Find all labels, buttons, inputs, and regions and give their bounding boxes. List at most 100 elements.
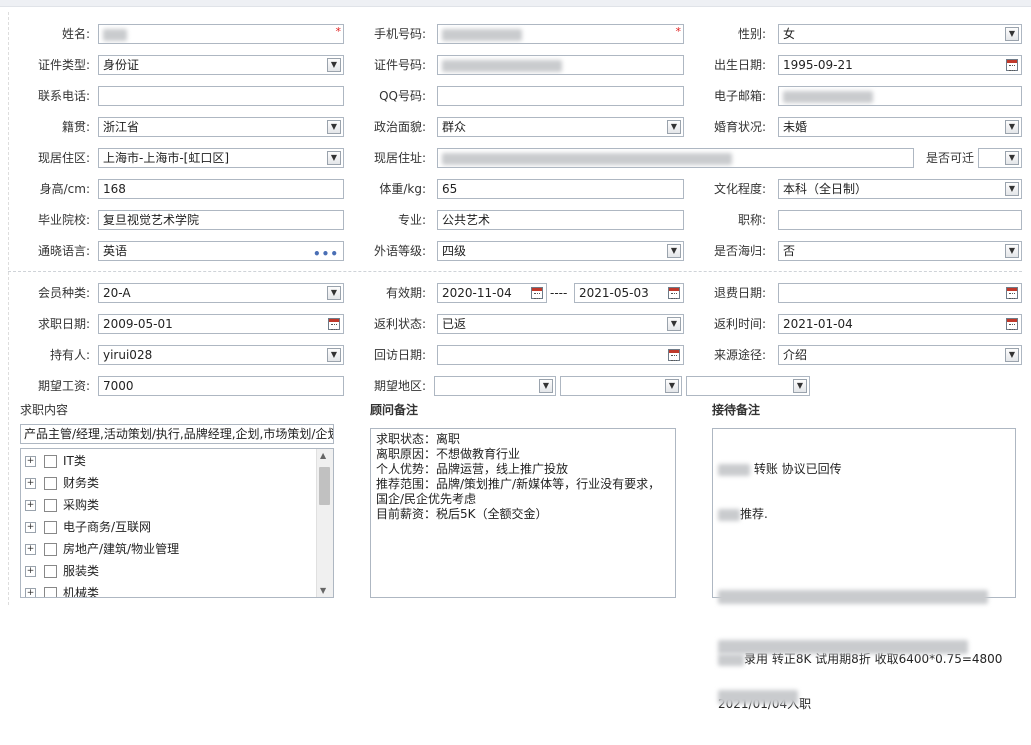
id-number-input[interactable] [437,55,684,75]
job-date-input[interactable]: 2009-05-01 [98,314,344,334]
tree-item[interactable]: + 财务类 [25,473,99,493]
calendar-icon[interactable] [1006,59,1018,71]
valid-to-input[interactable]: 2021-05-03 [574,283,684,303]
chevron-down-icon[interactable]: ▼ [1005,244,1019,258]
chevron-down-icon[interactable]: ▼ [327,151,341,165]
relocate-select[interactable]: ▼ [978,148,1022,168]
tree-item[interactable]: + 采购类 [25,495,99,515]
calendar-icon[interactable] [1006,318,1018,330]
political-select[interactable]: 群众 ▼ [437,117,684,137]
chevron-down-icon[interactable]: ▼ [327,286,341,300]
chevron-down-icon[interactable]: ▼ [667,317,681,331]
chevron-down-icon[interactable]: ▼ [665,379,679,393]
chevron-down-icon[interactable]: ▼ [327,58,341,72]
valid-from-input[interactable]: 2020-11-04 [437,283,547,303]
required-star-icon: * [675,25,682,38]
tree-item[interactable]: + 服装类 [25,561,99,581]
checkbox[interactable] [44,455,57,468]
salary-input[interactable]: 7000 [98,376,344,396]
chevron-down-icon[interactable]: ▼ [1005,120,1019,134]
expand-plus-icon[interactable]: + [25,456,36,467]
scroll-thumb[interactable] [319,467,330,505]
region-city-select[interactable]: ▼ [560,376,682,396]
language-input[interactable]: 英语 ••• [98,241,344,261]
chevron-down-icon[interactable]: ▼ [667,244,681,258]
marital-select[interactable]: 未婚 ▼ [778,117,1022,137]
advisor-notes-textarea[interactable]: 求职状态：离职 离职原因：不想做教育行业 个人优势：品牌运营，线上推广投放 推荐… [370,428,676,598]
calendar-icon[interactable] [328,318,340,330]
checkbox[interactable] [44,587,57,597]
education-select[interactable]: 本科（全日制） ▼ [778,179,1022,199]
holder-value: yirui028 [103,348,153,362]
calendar-icon[interactable] [1006,287,1018,299]
reception-notes-textarea[interactable]: 转账 协议已回传 推荐. 录用 转正8K 试用期8折 收取6400*0.75=4… [712,428,1016,711]
tree-item[interactable]: + 电子商务/互联网 [25,517,151,537]
mobile-input[interactable]: * [437,24,684,44]
chevron-down-icon[interactable]: ▼ [1005,151,1019,165]
gender-select[interactable]: 女 ▼ [778,24,1022,44]
checkbox[interactable] [44,521,57,534]
expand-plus-icon[interactable]: + [25,544,36,555]
scroll-up-icon[interactable]: ▲ [320,451,326,460]
reception-blurred-name [718,463,750,476]
chevron-down-icon[interactable]: ▼ [539,379,553,393]
region-district-select[interactable]: ▼ [686,376,810,396]
job-category-tree[interactable]: + IT类 + 财务类 + 采购类 + 电子商务/互联网 + 房地产/建筑/物业管理 + 服… [20,448,334,598]
calendar-icon[interactable] [668,349,680,361]
tree-scrollbar[interactable]: ▲ ▼ [316,449,333,597]
checkbox[interactable] [44,565,57,578]
chevron-down-icon[interactable]: ▼ [667,120,681,134]
chevron-down-icon[interactable]: ▼ [793,379,807,393]
name-input[interactable]: * [98,24,344,44]
email-input[interactable] [778,86,1022,106]
holder-select[interactable]: yirui028 ▼ [98,345,344,365]
title-input[interactable] [778,210,1022,230]
height-input[interactable]: 168 [98,179,344,199]
tree-item[interactable]: + 房地产/建筑/物业管理 [25,539,179,559]
chevron-down-icon[interactable]: ▼ [327,348,341,362]
chevron-down-icon[interactable]: ▼ [1005,348,1019,362]
school-input[interactable]: 复旦视觉艺术学院 [98,210,344,230]
more-dots-icon[interactable]: ••• [313,245,339,260]
checkbox[interactable] [44,543,57,556]
refund-date-input[interactable] [778,283,1022,303]
expand-plus-icon[interactable]: + [25,566,36,577]
expand-plus-icon[interactable]: + [25,478,36,489]
member-type-select[interactable]: 20-A ▼ [98,283,344,303]
visit-date-input[interactable] [437,345,684,365]
native-place-select[interactable]: 浙江省 ▼ [98,117,344,137]
overseas-select[interactable]: 否 ▼ [778,241,1022,261]
expand-plus-icon[interactable]: + [25,522,36,533]
checkbox[interactable] [44,477,57,490]
reception-blurred-name [718,653,744,666]
major-input[interactable]: 公共艺术 [437,210,684,230]
language-level-select[interactable]: 四级 ▼ [437,241,684,261]
expand-plus-icon[interactable]: + [25,588,36,597]
native-place-value: 浙江省 [103,120,140,134]
tree-item[interactable]: + 机械类 [25,583,99,597]
birth-date-input[interactable]: 1995-09-21 [778,55,1022,75]
region-province-select[interactable]: ▼ [434,376,556,396]
phone-input[interactable] [98,86,344,106]
weight-input[interactable]: 65 [437,179,684,199]
chevron-down-icon[interactable]: ▼ [1005,182,1019,196]
calendar-icon[interactable] [668,287,680,299]
language-label: 通晓语言: [37,244,90,258]
scroll-down-icon[interactable]: ▼ [320,586,326,595]
tree-item[interactable]: + IT类 [25,451,86,471]
chevron-down-icon[interactable]: ▼ [327,120,341,134]
source-label: 来源途径: [713,348,766,362]
expand-plus-icon[interactable]: + [25,500,36,511]
qq-input[interactable] [437,86,684,106]
residence-area-value: 上海市-上海市-[虹口区] [103,151,230,165]
calendar-icon[interactable] [531,287,543,299]
chevron-down-icon[interactable]: ▼ [1005,27,1019,41]
rebate-status-select[interactable]: 已返 ▼ [437,314,684,334]
address-input[interactable] [437,148,914,168]
source-select[interactable]: 介绍 ▼ [778,345,1022,365]
checkbox[interactable] [44,499,57,512]
id-type-select[interactable]: 身份证 ▼ [98,55,344,75]
residence-area-select[interactable]: 上海市-上海市-[虹口区] ▼ [98,148,344,168]
job-content-summary[interactable]: 产品主管/经理,活动策划/执行,品牌经理,企划,市场策划/企划 [20,424,334,444]
rebate-time-input[interactable]: 2021-01-04 [778,314,1022,334]
